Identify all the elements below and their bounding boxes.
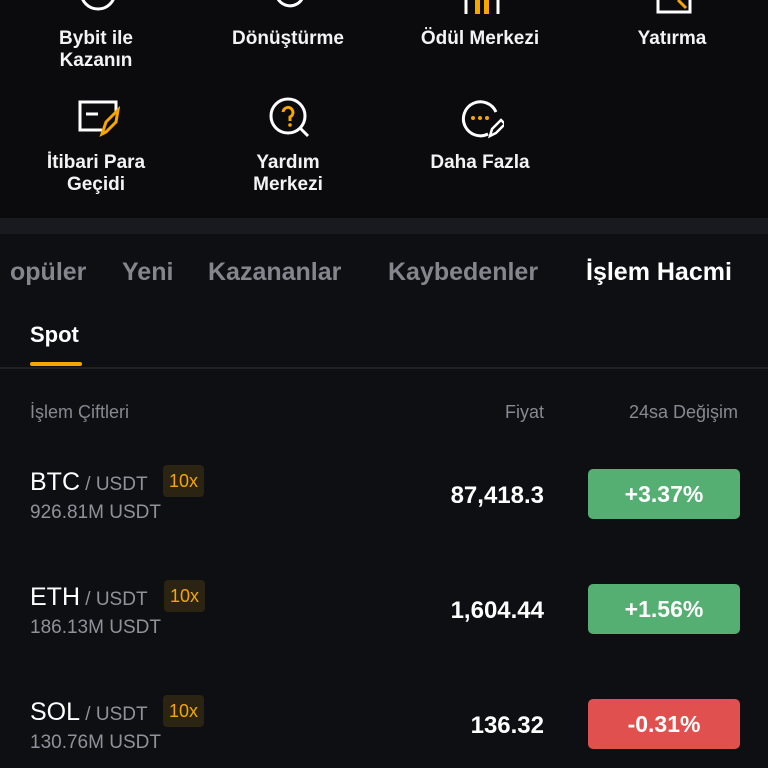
volume: 926.81M USDT (30, 502, 161, 523)
shortcut-label: Ödül Merkezi (420, 28, 540, 49)
column-header-pair[interactable]: İşlem Çiftleri (30, 402, 129, 423)
deposit-icon (652, 0, 696, 14)
tab-new[interactable]: Yeni (122, 258, 173, 287)
tab-volume[interactable]: İşlem Hacmi (586, 258, 732, 287)
leverage-badge: 10x (163, 695, 205, 727)
column-header-price[interactable]: Fiyat (505, 402, 544, 423)
shortcut-label: Daha Fazla (430, 152, 530, 173)
shortcut-rewards[interactable]: Ödül Merkezi (384, 0, 576, 80)
change-badge: -0.31% (588, 699, 740, 749)
table-row[interactable]: ETH / USDT 10x 186.13M USDT 1,604.44 +1.… (0, 580, 768, 679)
column-header-change[interactable]: 24sa Değişim (629, 402, 738, 423)
shortcut-label: Dönüştürme (232, 28, 344, 49)
volume: 186.13M USDT (30, 617, 161, 638)
price: 1,604.44 (450, 597, 544, 624)
gift-icon (460, 0, 504, 14)
base-asset: BTC / USDT (30, 468, 148, 496)
tab-popular[interactable]: opüler (10, 258, 86, 287)
price: 87,418.3 (450, 482, 544, 509)
quote-asset: / USDT (80, 589, 148, 610)
base-asset: SOL / USDT (30, 698, 148, 726)
spot-tab-indicator (30, 362, 82, 366)
fiat-gateway-icon (76, 96, 120, 140)
market-tabs: opüler Yeni Kazananlar Kaybedenler İşlem… (0, 234, 768, 314)
shortcut-label: Yardım Merkezi (253, 152, 323, 195)
quote-asset: / USDT (80, 474, 148, 495)
shortcut-label: Yatırma (637, 28, 707, 49)
change-badge: +1.56% (588, 584, 740, 634)
quote-asset: / USDT (80, 704, 148, 725)
shortcut-label: Bybit ile Kazanın (59, 28, 133, 71)
shortcut-help-center[interactable]: Yardım Merkezi (192, 96, 384, 206)
header-divider (0, 367, 768, 369)
shortcut-label: İtibari Para Geçidi (46, 152, 146, 195)
section-divider (0, 218, 768, 234)
change-badge: +3.37% (588, 469, 740, 519)
leverage-badge: 10x (163, 465, 205, 497)
volume: 130.76M USDT (30, 732, 161, 753)
tab-gainers[interactable]: Kazananlar (208, 258, 341, 287)
base-asset: ETH / USDT (30, 583, 148, 611)
tab-losers[interactable]: Kaybedenler (388, 258, 538, 287)
market-page: Bybit ile Kazanın Dönüştürme Ödül Merkez… (0, 0, 768, 768)
tab-spot[interactable]: Spot (30, 322, 79, 348)
shortcut-convert[interactable]: Dönüştürme (192, 0, 384, 80)
help-center-icon (268, 96, 312, 140)
table-row[interactable]: SOL / USDT 10x 130.76M USDT 136.32 -0.31… (0, 695, 768, 768)
earn-coin-icon (76, 0, 120, 14)
shortcut-earn[interactable]: Bybit ile Kazanın (0, 0, 192, 80)
more-icon (460, 96, 504, 140)
leverage-badge: 10x (164, 580, 206, 612)
shortcut-fiat-gateway[interactable]: İtibari Para Geçidi (0, 96, 192, 206)
price: 136.32 (470, 712, 544, 739)
shortcut-more[interactable]: Daha Fazla (384, 96, 576, 206)
shortcut-deposit[interactable]: Yatırma (576, 0, 768, 80)
shortcut-grid: Bybit ile Kazanın Dönüştürme Ödül Merkez… (0, 0, 768, 218)
table-row[interactable]: BTC / USDT 10x 926.81M USDT 87,418.3 +3.… (0, 465, 768, 564)
convert-icon (268, 0, 312, 14)
